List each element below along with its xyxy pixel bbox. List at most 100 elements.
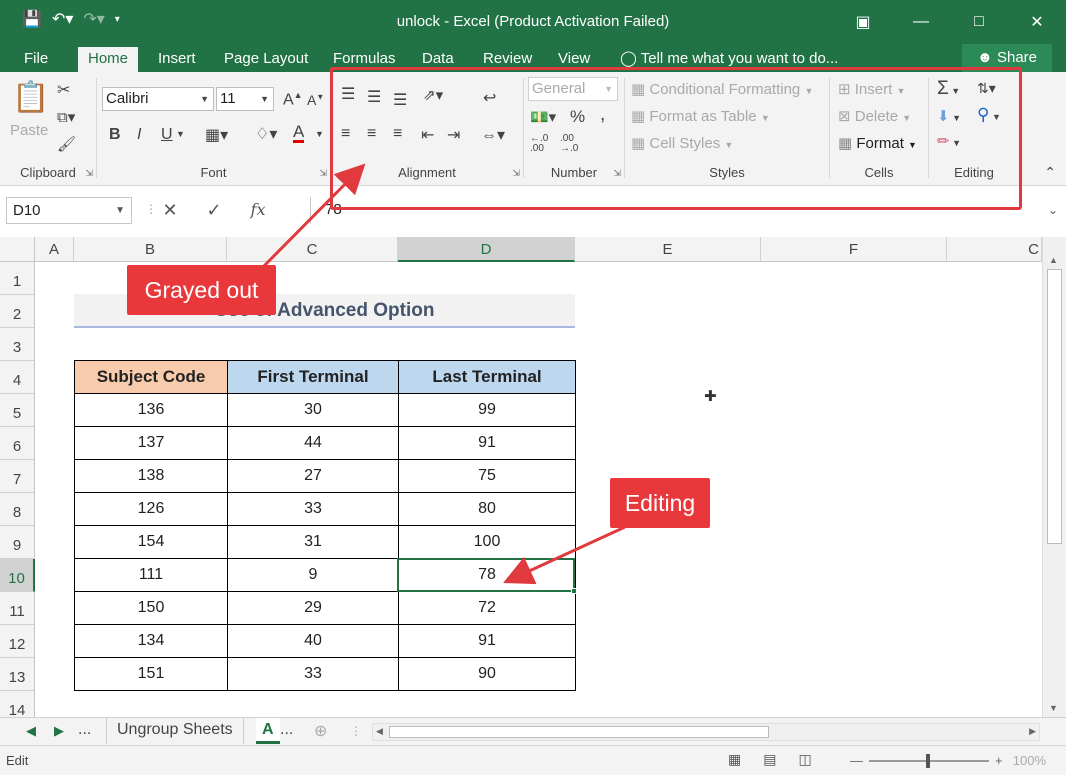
table-cell[interactable]: 80 xyxy=(398,492,576,526)
row-header-6[interactable]: 6 xyxy=(0,427,35,460)
header-first-terminal[interactable]: First Terminal xyxy=(227,360,399,394)
table-cell[interactable]: 75 xyxy=(398,459,576,493)
copy-icon[interactable]: ⧉▾ xyxy=(57,108,75,126)
row-header-2[interactable]: 2 xyxy=(0,295,35,328)
underline-dropdown-icon[interactable]: ▼ xyxy=(176,129,185,139)
cut-icon[interactable]: ✂ xyxy=(57,80,70,100)
page-break-view-icon[interactable]: ◫ xyxy=(798,751,811,768)
scroll-up-icon[interactable]: ▲ xyxy=(1049,255,1058,265)
row-header-1[interactable]: 1 xyxy=(0,262,35,295)
conditional-formatting-button[interactable]: ▦ Conditional Formatting ▼ xyxy=(631,80,813,98)
table-cell[interactable]: 31 xyxy=(227,525,399,559)
decrease-indent-icon[interactable]: ⇤ xyxy=(421,125,434,145)
font-size-combo[interactable]: 11 ▼ xyxy=(216,87,274,111)
autosum-icon[interactable]: Σ ▼ xyxy=(937,78,960,100)
table-cell[interactable]: 30 xyxy=(227,393,399,427)
zoom-in-icon[interactable]: + xyxy=(995,753,1003,768)
tab-home[interactable]: Home xyxy=(78,47,139,72)
cancel-edit-icon[interactable]: ✕ xyxy=(148,198,192,222)
comma-button[interactable]: , xyxy=(600,104,605,126)
increase-indent-icon[interactable]: ⇥ xyxy=(447,125,460,145)
number-format-combo[interactable]: General ▼ xyxy=(528,77,618,101)
hscroll-left-icon[interactable]: ◀ xyxy=(376,726,383,737)
table-cell[interactable]: 27 xyxy=(227,459,399,493)
format-cells-button[interactable]: ▦ Format ▼ xyxy=(838,134,917,152)
minimize-icon[interactable]: — xyxy=(892,0,950,44)
decrease-decimal-icon[interactable]: .00 →.0 xyxy=(560,134,578,154)
table-cell[interactable]: 111 xyxy=(74,558,228,592)
row-header-11[interactable]: 11 xyxy=(0,592,35,625)
table-cell[interactable]: 29 xyxy=(227,591,399,625)
fill-icon[interactable]: ⬇ ▼ xyxy=(937,107,961,125)
wrap-text-icon[interactable]: ↩ xyxy=(483,88,496,108)
formula-input[interactable]: 78 xyxy=(310,197,1030,224)
font-launcher-icon[interactable]: ⇲ xyxy=(319,168,327,179)
column-header-f[interactable]: F xyxy=(761,237,947,262)
zoom-slider[interactable]: — + xyxy=(850,753,1003,768)
horizontal-scroll-thumb[interactable] xyxy=(389,726,769,738)
scroll-right-icon[interactable]: ▶ xyxy=(54,723,64,739)
font-color-icon[interactable]: A xyxy=(293,123,305,143)
italic-button[interactable]: I xyxy=(137,126,141,144)
name-box[interactable]: D10 ▼ xyxy=(6,197,132,224)
table-cell[interactable]: 91 xyxy=(398,624,576,658)
tab-insert[interactable]: Insert xyxy=(148,47,206,72)
table-cell[interactable]: 151 xyxy=(74,657,228,691)
horizontal-scrollbar[interactable]: ◀ ▶ xyxy=(372,723,1040,741)
percent-button[interactable]: % xyxy=(570,107,585,127)
table-cell[interactable]: 137 xyxy=(74,426,228,460)
alignment-launcher-icon[interactable]: ⇲ xyxy=(512,168,520,179)
table-cell[interactable]: 154 xyxy=(74,525,228,559)
row-header-14[interactable]: 14 xyxy=(0,691,35,717)
top-align-icon[interactable]: ☰ xyxy=(341,84,355,104)
tab-review[interactable]: Review xyxy=(473,47,542,72)
zoom-knob[interactable] xyxy=(926,753,930,768)
tab-formulas[interactable]: Formulas xyxy=(323,47,406,72)
table-cell[interactable]: 138 xyxy=(74,459,228,493)
table-cell[interactable]: 136 xyxy=(74,393,228,427)
enter-edit-icon[interactable]: ✓ xyxy=(192,198,236,222)
column-header-b[interactable]: B xyxy=(74,237,227,262)
shrink-font-icon[interactable]: A▼ xyxy=(307,92,324,108)
align-right-icon[interactable]: ≡ xyxy=(393,125,402,143)
row-header-3[interactable]: 3 xyxy=(0,328,35,361)
font-name-combo[interactable]: Calibri ▼ xyxy=(102,87,214,111)
add-sheet-icon[interactable]: ⊕ xyxy=(314,721,327,741)
table-cell[interactable]: 44 xyxy=(227,426,399,460)
page-layout-view-icon[interactable]: ▤ xyxy=(763,751,776,768)
row-header-7[interactable]: 7 xyxy=(0,460,35,493)
share-button[interactable]: ☻ Share xyxy=(962,44,1052,72)
orientation-icon[interactable]: ⇗▾ xyxy=(423,86,443,104)
middle-align-icon[interactable]: ☰ xyxy=(367,87,381,107)
column-header-a[interactable]: A xyxy=(35,237,74,262)
vertical-scrollbar[interactable]: ▲ ▼ xyxy=(1042,237,1066,717)
insert-cells-button[interactable]: ⊞ Insert ▼ xyxy=(838,80,905,98)
sort-filter-icon[interactable]: ⇅▾ xyxy=(977,80,996,97)
paste-icon[interactable]: 📋 xyxy=(12,80,49,115)
collapse-ribbon-icon[interactable]: ⌃ xyxy=(1044,164,1056,181)
clear-icon[interactable]: ✏ ▼ xyxy=(937,132,961,150)
increase-decimal-icon[interactable]: ←.0.00 xyxy=(530,134,548,154)
header-subject-code[interactable]: Subject Code xyxy=(74,360,228,394)
table-cell[interactable]: 150 xyxy=(74,591,228,625)
find-select-icon[interactable]: ⚲ ▼ xyxy=(977,105,1001,125)
column-header-d[interactable]: D xyxy=(398,237,575,262)
clipboard-launcher-icon[interactable]: ⇲ xyxy=(85,168,93,179)
format-as-table-button[interactable]: ▦ Format as Table ▼ xyxy=(631,107,770,125)
align-left-icon[interactable]: ≡ xyxy=(341,125,350,143)
table-cell[interactable]: 33 xyxy=(227,657,399,691)
row-header-10[interactable]: 10 xyxy=(0,559,35,592)
borders-icon[interactable]: ▦▾ xyxy=(205,125,228,145)
table-cell[interactable]: 100 xyxy=(398,525,576,559)
table-cell[interactable]: 90 xyxy=(398,657,576,691)
tab-split-icon[interactable]: ⋮ xyxy=(350,724,362,738)
row-header-13[interactable]: 13 xyxy=(0,658,35,691)
active-cell-d10[interactable]: 78 xyxy=(398,558,576,592)
vertical-scroll-thumb[interactable] xyxy=(1047,269,1062,544)
row-header-8[interactable]: 8 xyxy=(0,493,35,526)
maximize-icon[interactable]: □ xyxy=(950,0,1008,44)
align-center-icon[interactable]: ≡ xyxy=(367,125,376,143)
table-cell[interactable]: 99 xyxy=(398,393,576,427)
bottom-align-icon[interactable]: ☰ xyxy=(393,90,407,110)
underline-button[interactable]: U xyxy=(161,126,173,144)
